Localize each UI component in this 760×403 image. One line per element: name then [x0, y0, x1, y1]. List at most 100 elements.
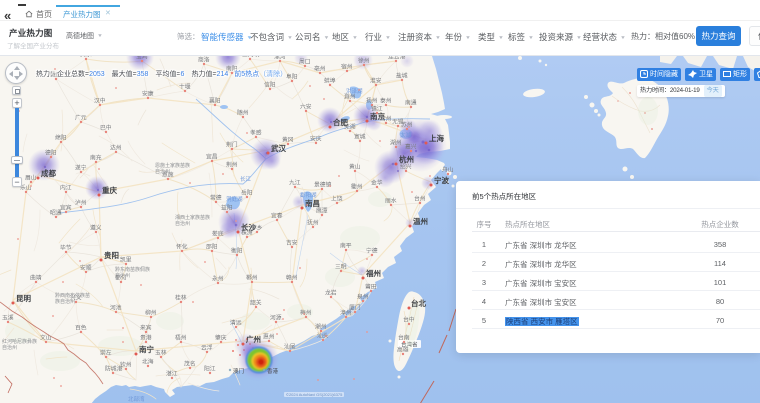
svg-text:吉安: 吉安: [286, 239, 298, 247]
svg-text:宣城: 宣城: [354, 133, 366, 141]
svg-text:贵港: 贵港: [140, 334, 152, 342]
svg-text:凯里: 凯里: [120, 256, 132, 264]
svg-text:澳门: 澳门: [233, 367, 244, 375]
svg-text:南充: 南充: [90, 154, 102, 162]
svg-text:湘西土家族苗族: 湘西土家族苗族: [175, 214, 210, 221]
svg-text:亳州: 亳州: [314, 65, 326, 73]
svg-text:宝鸡: 宝鸡: [136, 56, 148, 61]
svg-text:六安: 六安: [300, 103, 312, 111]
svg-text:徐州: 徐州: [358, 57, 370, 65]
svg-text:南宁: 南宁: [139, 344, 154, 354]
svg-text:常州: 常州: [380, 115, 392, 123]
svg-text:毕节: 毕节: [60, 244, 72, 252]
svg-text:防城港: 防城港: [105, 365, 123, 373]
svg-text:崇左: 崇左: [100, 349, 112, 357]
svg-text:九江: 九江: [289, 179, 301, 187]
svg-text:德阳: 德阳: [45, 149, 57, 157]
svg-text:文山: 文山: [40, 334, 52, 342]
svg-text:信阳: 信阳: [264, 81, 276, 89]
svg-text:曲靖: 曲靖: [30, 274, 42, 282]
svg-text:玉林: 玉林: [155, 349, 167, 357]
svg-text:成都: 成都: [41, 168, 56, 178]
svg-text:来宾: 来宾: [140, 324, 152, 332]
svg-text:莆田: 莆田: [365, 283, 377, 291]
svg-text:扬州: 扬州: [366, 97, 378, 105]
svg-text:汕头: 汕头: [317, 332, 329, 340]
svg-text:淮安: 淮安: [370, 77, 382, 85]
svg-text:梧州: 梧州: [175, 334, 187, 342]
svg-text:北海: 北海: [142, 358, 154, 366]
svg-text:恩施土家族苗族: 恩施土家族苗族: [155, 162, 190, 169]
svg-text:邵阳: 邵阳: [206, 243, 218, 251]
svg-text:红河哈尼族彝族: 红河哈尼族彝族: [2, 338, 37, 345]
svg-text:黔东南苗族侗族: 黔东南苗族侗族: [115, 266, 150, 273]
svg-text:阳江: 阳江: [204, 365, 216, 373]
svg-text:娄底: 娄底: [212, 230, 224, 238]
svg-text:泰州: 泰州: [380, 97, 392, 105]
svg-text:香港: 香港: [267, 367, 279, 375]
svg-text:岳阳: 岳阳: [241, 189, 253, 197]
svg-text:丽水: 丽水: [385, 197, 397, 205]
svg-text:随州: 随州: [237, 109, 249, 117]
svg-text:眉山: 眉山: [25, 174, 37, 182]
svg-text:内江: 内江: [60, 184, 72, 192]
svg-text:株洲: 株洲: [241, 229, 253, 237]
svg-text:广州: 广州: [246, 334, 261, 344]
svg-text:宜春: 宜春: [271, 212, 283, 220]
svg-text:阜阳: 阜阳: [286, 73, 298, 81]
svg-text:福州: 福州: [365, 268, 381, 278]
svg-text:荆门: 荆门: [226, 141, 238, 149]
svg-text:南通: 南通: [405, 99, 417, 107]
svg-text:荆州: 荆州: [226, 161, 238, 169]
svg-text:高雄: 高雄: [397, 346, 409, 354]
svg-text:宜昌: 宜昌: [206, 153, 218, 161]
svg-text:绵阳: 绵阳: [55, 134, 67, 142]
svg-text:嘉兴: 嘉兴: [405, 143, 417, 151]
svg-text:广元: 广元: [75, 114, 87, 122]
svg-text:抚州: 抚州: [307, 219, 319, 227]
svg-text:怀化: 怀化: [176, 243, 188, 251]
svg-text:上海: 上海: [429, 133, 444, 143]
svg-text:商洛: 商洛: [198, 56, 210, 64]
svg-text:潮州: 潮州: [315, 323, 327, 331]
svg-text:长江: 长江: [240, 175, 252, 183]
svg-text:安康: 安康: [142, 90, 154, 98]
svg-text:重庆: 重庆: [102, 185, 117, 195]
svg-text:汕尾: 汕尾: [284, 343, 296, 351]
svg-text:黄冈: 黄冈: [282, 136, 294, 144]
svg-text:宿州: 宿州: [341, 63, 353, 71]
svg-text:玉溪: 玉溪: [2, 314, 14, 322]
svg-text:安庆: 安庆: [310, 135, 322, 143]
svg-text:泸州: 泸州: [75, 199, 87, 207]
svg-text:清远: 清远: [230, 319, 242, 327]
svg-text:惠州: 惠州: [263, 333, 275, 341]
svg-text:三明: 三明: [335, 264, 347, 271]
svg-text:龙岩: 龙岩: [325, 289, 337, 297]
svg-text:天水: 天水: [80, 56, 92, 59]
svg-text:宁德: 宁德: [366, 247, 378, 255]
svg-text:鄱阳湖: 鄱阳湖: [300, 191, 317, 199]
svg-text:云浮: 云浮: [201, 344, 213, 352]
svg-text:遂宁: 遂宁: [75, 164, 87, 172]
svg-text:襄阳: 襄阳: [209, 97, 221, 105]
svg-text:漯河: 漯河: [274, 56, 286, 61]
svg-text:郴州: 郴州: [246, 274, 258, 282]
svg-text:百色: 百色: [75, 324, 87, 332]
svg-text:梅州: 梅州: [300, 309, 312, 317]
svg-text:金华: 金华: [371, 179, 383, 187]
svg-text:孝感: 孝感: [250, 129, 262, 137]
svg-text:宜宾: 宜宾: [60, 204, 72, 212]
svg-text:巴中: 巴中: [100, 124, 112, 132]
svg-text:湖州: 湖州: [390, 139, 402, 147]
svg-text:遵义: 遵义: [90, 224, 102, 232]
svg-text:泉州: 泉州: [357, 293, 369, 301]
svg-text:连云港: 连云港: [388, 56, 406, 61]
svg-text:景德镇: 景德镇: [314, 181, 332, 189]
svg-text:益阳: 益阳: [221, 204, 233, 212]
svg-text:蚌埠: 蚌埠: [324, 77, 336, 85]
svg-text:漳州: 漳州: [340, 309, 352, 317]
svg-text:洪泽湖: 洪泽湖: [346, 87, 363, 95]
svg-text:鹰潭: 鹰潭: [316, 207, 328, 215]
svg-text:柳州: 柳州: [145, 309, 157, 317]
svg-text:自治州: 自治州: [115, 272, 130, 279]
